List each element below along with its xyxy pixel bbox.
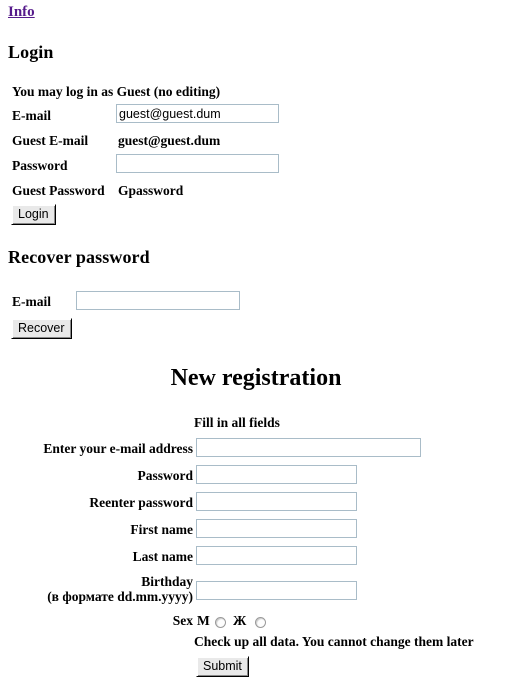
registration-email-label: Enter your e-mail address	[43, 441, 193, 456]
registration-password-input[interactable]	[196, 465, 357, 484]
info-link[interactable]: Info	[8, 4, 35, 20]
login-heading: Login	[8, 42, 54, 62]
guest-email-label: Guest E-mail	[12, 133, 89, 148]
login-password-input[interactable]	[116, 154, 279, 173]
registration-birthday-label-line1: Birthday	[141, 574, 193, 589]
login-password-label: Password	[12, 158, 68, 173]
registration-email-input[interactable]	[196, 438, 421, 457]
sex-option-male-radio[interactable]	[215, 617, 226, 628]
registration-birthday-label: Birthday (в формате dd.mm.yyyy)	[8, 574, 193, 604]
registration-password-label: Password	[137, 468, 193, 483]
registration-last-name-label: Last name	[132, 549, 193, 564]
recover-email-input[interactable]	[76, 291, 240, 310]
registration-first-name-label: First name	[130, 522, 193, 537]
fill-all-fields-note: Fill in all fields	[194, 415, 280, 430]
login-email-label: E-mail	[12, 108, 51, 123]
registration-reenter-password-input[interactable]	[196, 492, 357, 511]
guest-password-label: Guest Password	[12, 183, 105, 198]
recover-email-label: E-mail	[12, 294, 51, 309]
guest-email-value: guest@guest.dum	[118, 133, 221, 148]
login-button[interactable]: Login	[11, 204, 56, 225]
new-registration-heading: New registration	[170, 365, 342, 391]
check-data-note: Check up all data. You cannot change the…	[194, 634, 474, 649]
submit-button[interactable]: Submit	[196, 656, 249, 677]
registration-reenter-password-label: Reenter password	[89, 495, 193, 510]
sex-option-female-label: Ж	[233, 613, 247, 628]
recover-button[interactable]: Recover	[11, 318, 72, 339]
registration-birthday-label-line2: (в формате dd.mm.yyyy)	[47, 589, 193, 604]
registration-sex-label: Sex	[172, 613, 193, 628]
guest-password-value: Gpassword	[118, 183, 184, 198]
login-email-input[interactable]	[116, 104, 279, 123]
registration-birthday-input[interactable]	[196, 581, 357, 600]
recover-password-heading: Recover password	[8, 247, 150, 267]
top-nav: Info	[8, 4, 35, 21]
registration-first-name-input[interactable]	[196, 519, 357, 538]
sex-option-male-label: М	[197, 613, 210, 628]
guest-login-note: You may log in as Guest (no editing)	[12, 84, 221, 99]
registration-last-name-input[interactable]	[196, 546, 357, 565]
sex-option-female-radio[interactable]	[255, 617, 266, 628]
